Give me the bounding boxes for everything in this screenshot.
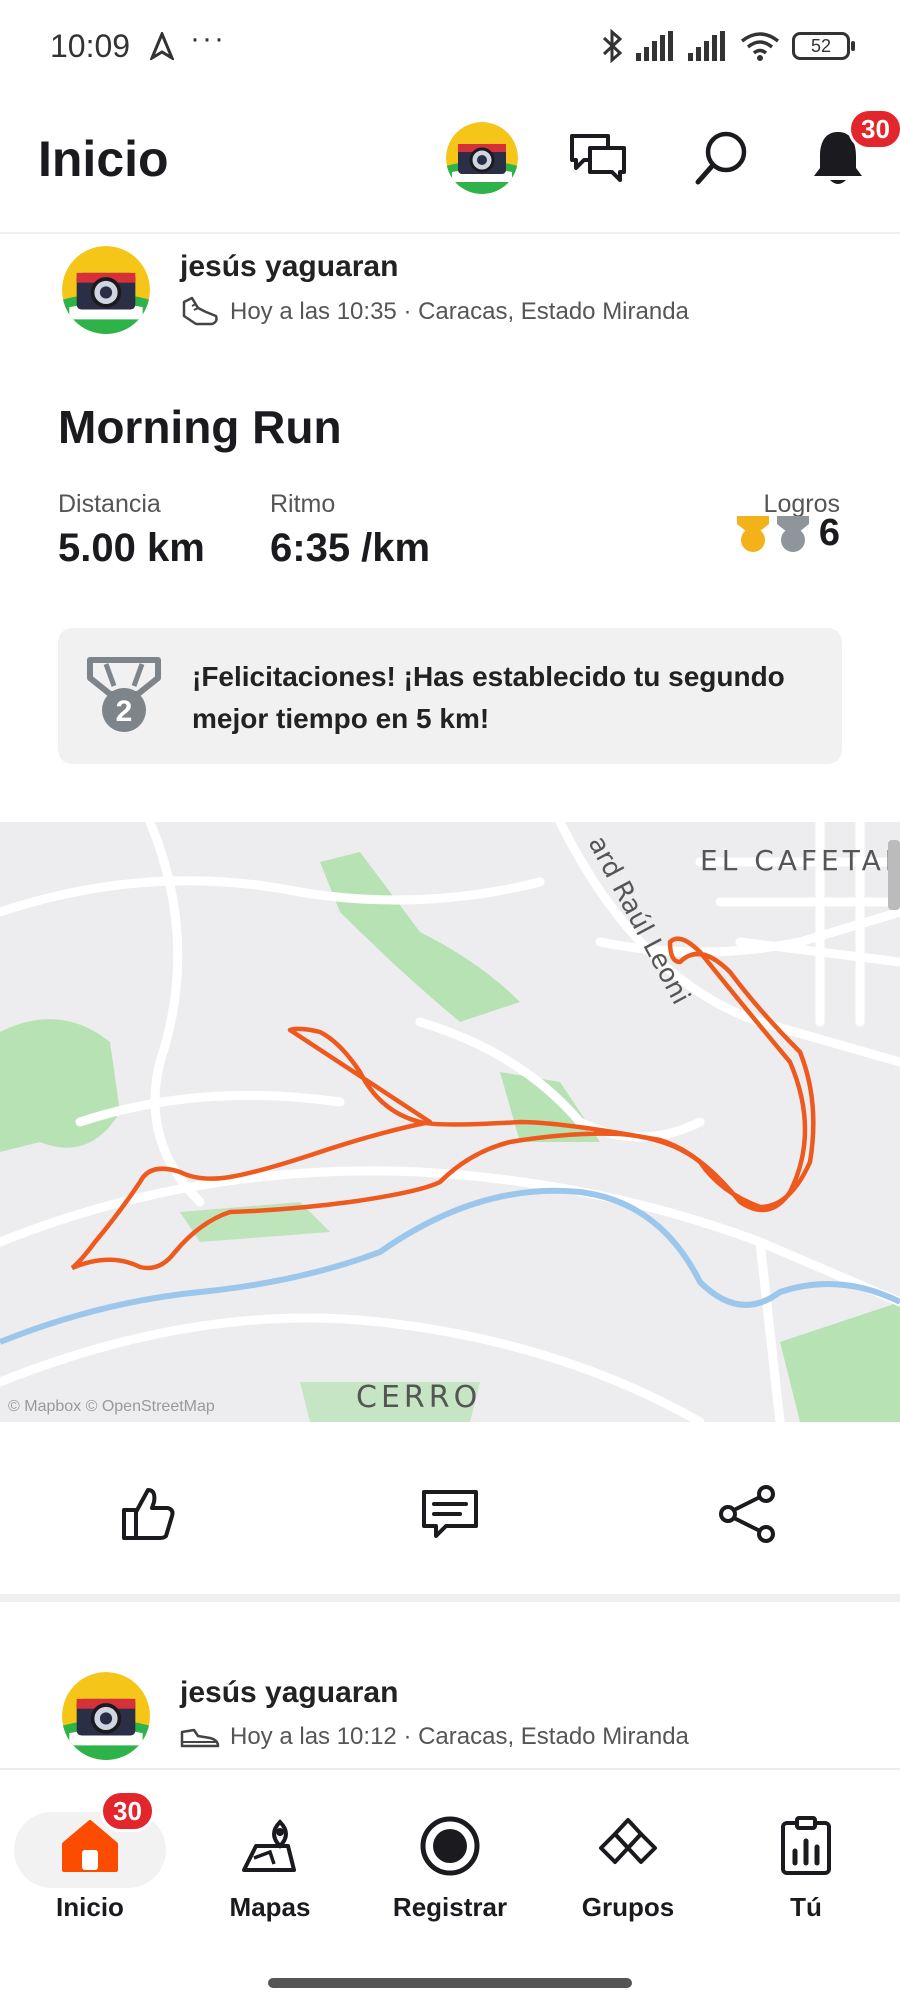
route-map-graphic: EL CAFETAL ard Raúl Leoni CERRO: [0, 822, 900, 1422]
kudos-button[interactable]: [116, 1482, 180, 1546]
achievement-banner[interactable]: 2 ¡Felicitaciones! ¡Has establecido tu s…: [58, 628, 842, 764]
search-button[interactable]: [686, 122, 758, 194]
comment-icon: [422, 1490, 478, 1538]
run-shoe-icon: [182, 296, 218, 326]
chat-bubbles-icon: [570, 134, 626, 182]
battery-indicator: 52: [792, 32, 855, 60]
camera-avatar-icon: [62, 246, 150, 334]
signal-icon: [636, 31, 673, 61]
profile-stats-icon: [781, 1816, 831, 1875]
bottom-navigation: Inicio 30 Mapas Registrar Grupos Tú: [0, 1768, 900, 2000]
map-label-cafetal: EL CAFETAL: [700, 844, 900, 877]
athlete-name-next[interactable]: jesús yaguaran: [180, 1676, 398, 1710]
medal-number: 2: [116, 695, 133, 728]
nav-item-registrar[interactable]: Registrar: [370, 1810, 530, 1923]
distance-label: Distancia: [58, 490, 161, 518]
nav-label-tu: Tú: [790, 1892, 822, 1922]
notification-badge: 30: [848, 108, 900, 150]
silver-medal-icon: [776, 515, 809, 552]
activity-map[interactable]: EL CAFETAL ard Raúl Leoni CERRO © Mapbox…: [0, 822, 900, 1422]
nav-item-tu[interactable]: Tú: [726, 1810, 886, 1923]
messages-button[interactable]: [562, 122, 634, 194]
nav-label-registrar: Registrar: [392, 1892, 508, 1922]
achievements-count: 6: [818, 512, 840, 554]
achievement-text: ¡Felicitaciones! ¡Has establecido tu seg…: [192, 661, 785, 734]
nav-item-mapas[interactable]: Mapas: [190, 1810, 350, 1923]
shoe-icon: [180, 1728, 220, 1748]
more-notifications-icon: ···: [190, 22, 226, 55]
activity-meta-text-next: Hoy a las 10:12 · Caracas, Estado Mirand…: [230, 1723, 689, 1750]
status-bar: 10:09 ··· 52: [0, 0, 900, 92]
app-header: Inicio 30: [0, 92, 900, 234]
map-icon: [242, 1819, 296, 1872]
map-attribution[interactable]: © Mapbox © OpenStreetMap: [8, 1398, 215, 1416]
gesture-home-indicator[interactable]: [268, 1978, 632, 1988]
activity-actions: [0, 1422, 900, 1602]
athlete-name[interactable]: jesús yaguaran: [180, 250, 398, 284]
share-button[interactable]: [716, 1482, 780, 1546]
wifi-icon: [740, 32, 780, 61]
camera-avatar-icon: [62, 1672, 150, 1760]
signal-icon-2: [688, 31, 725, 61]
activity-meta-next: Hoy a las 10:12 · Caracas, Estado Mirand…: [180, 1722, 689, 1752]
athlete-avatar-next[interactable]: [62, 1672, 150, 1760]
comment-button[interactable]: [418, 1482, 482, 1546]
achievements: 6: [735, 512, 840, 555]
share-icon: [719, 1485, 775, 1543]
bluetooth-icon: [602, 29, 623, 63]
athlete-avatar[interactable]: [62, 246, 150, 334]
map-label-cerro: CERRO: [356, 1380, 481, 1415]
groups-icon: [599, 1818, 657, 1864]
silver-medal-icon: 2: [87, 657, 161, 732]
profile-avatar[interactable]: [446, 122, 518, 194]
nav-label-inicio: Inicio: [56, 1892, 124, 1922]
gold-medal-icon: [736, 515, 769, 552]
thumbs-up-icon: [122, 1488, 175, 1540]
nav-item-grupos[interactable]: Grupos: [548, 1810, 708, 1923]
home-badge: 30: [100, 1790, 155, 1832]
page-title: Inicio: [38, 131, 169, 187]
activity-meta: Hoy a las 10:35 · Caracas, Estado Mirand…: [180, 294, 689, 330]
record-icon: [420, 1816, 480, 1876]
pace-value: 6:35 /km: [270, 526, 431, 570]
nav-label-mapas: Mapas: [229, 1892, 311, 1922]
activity-meta-text: Hoy a las 10:35 · Caracas, Estado Mirand…: [230, 298, 689, 325]
navigation-arrow-icon: [150, 32, 174, 60]
nav-label-grupos: Grupos: [581, 1892, 675, 1922]
status-time: 10:09: [50, 28, 131, 64]
pace-label: Ritmo: [270, 490, 336, 518]
distance-value: 5.00 km: [58, 526, 205, 570]
activity-title[interactable]: Morning Run: [58, 400, 342, 454]
camera-avatar-icon: [446, 122, 518, 194]
search-icon: [695, 131, 747, 185]
